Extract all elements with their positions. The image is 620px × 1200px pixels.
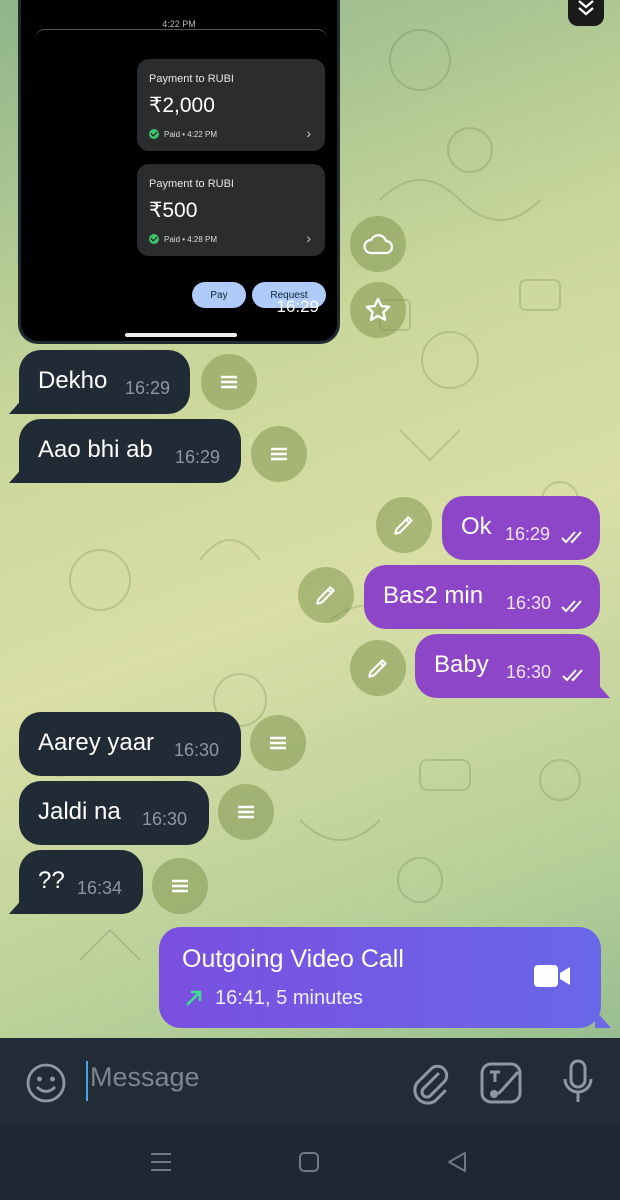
message-text: ?? bbox=[38, 867, 65, 894]
message-time: 16:29 bbox=[175, 447, 221, 467]
message-menu-button[interactable] bbox=[250, 715, 306, 771]
double-check-icon bbox=[561, 531, 582, 544]
message-time: 16:29 bbox=[505, 524, 551, 544]
message-time: 16:30 bbox=[506, 593, 552, 613]
message-text: Jaldi na bbox=[38, 798, 121, 825]
edit-message-button[interactable] bbox=[376, 497, 432, 553]
sticker-icon[interactable] bbox=[478, 1060, 524, 1106]
message-text: Bas2 min bbox=[383, 582, 484, 609]
chevron-right-icon: › bbox=[306, 125, 311, 141]
menu-icon bbox=[270, 736, 286, 750]
menu-icon bbox=[172, 879, 188, 893]
chevron-right-icon: › bbox=[306, 230, 311, 246]
pay-pill: Pay bbox=[192, 282, 246, 308]
chevrons-down-icon bbox=[578, 0, 594, 16]
call-message[interactable]: Outgoing Video Call 16:41, 5 minutes bbox=[159, 927, 601, 1028]
message-input[interactable]: Message bbox=[90, 1062, 200, 1093]
pencil-icon bbox=[316, 586, 335, 605]
message-time: 16:30 bbox=[506, 662, 552, 682]
message-text: Dekho bbox=[38, 367, 108, 394]
video-camera-icon[interactable] bbox=[533, 962, 571, 990]
scroll-to-bottom-button[interactable] bbox=[568, 0, 604, 26]
incoming-message[interactable]: Aarey yaar 16:30 bbox=[19, 712, 241, 776]
save-to-cloud-button[interactable] bbox=[350, 216, 406, 272]
outgoing-message[interactable]: Ok 16:29 bbox=[442, 496, 600, 560]
payment-status: Paid • 4:28 PM bbox=[149, 234, 217, 244]
payment-status: Paid • 4:22 PM bbox=[149, 129, 217, 139]
incoming-message[interactable]: Dekho 16:29 bbox=[19, 350, 190, 414]
check-circle-icon bbox=[149, 129, 159, 139]
screenshot-divider-time: 4:22 PM bbox=[21, 19, 337, 29]
message-text: Aao bhi ab bbox=[38, 436, 153, 463]
paperclip-icon[interactable] bbox=[408, 1060, 452, 1106]
star-icon bbox=[365, 297, 391, 321]
message-menu-button[interactable] bbox=[152, 858, 208, 914]
check-circle-icon bbox=[149, 234, 159, 244]
payment-card: Payment to RUBI ₹500 Paid • 4:28 PM › bbox=[137, 164, 325, 256]
call-title: Outgoing Video Call bbox=[182, 945, 404, 973]
double-check-icon bbox=[562, 669, 583, 682]
outgoing-message[interactable]: Bas2 min 16:30 bbox=[364, 565, 600, 629]
edit-message-button[interactable] bbox=[350, 640, 406, 696]
menu-nav-icon[interactable] bbox=[148, 1150, 174, 1174]
arrow-up-right-icon bbox=[186, 990, 202, 1006]
message-time: 16:29 bbox=[276, 297, 319, 316]
message-time: 16:34 bbox=[77, 878, 123, 898]
emoji-icon[interactable] bbox=[24, 1061, 68, 1105]
message-text: Aarey yaar bbox=[38, 729, 155, 756]
back-nav-icon[interactable] bbox=[444, 1150, 470, 1174]
incoming-message[interactable]: ?? 16:34 bbox=[19, 850, 143, 914]
text-caret bbox=[86, 1061, 88, 1101]
message-text: Ok bbox=[461, 513, 492, 540]
microphone-icon[interactable] bbox=[560, 1058, 596, 1106]
message-menu-button[interactable] bbox=[251, 426, 307, 482]
incoming-message[interactable]: Aao bhi ab 16:29 bbox=[19, 419, 241, 483]
square-nav-icon[interactable] bbox=[297, 1150, 321, 1174]
cloud-icon bbox=[363, 234, 393, 255]
message-menu-button[interactable] bbox=[218, 784, 274, 840]
call-detail: 16:41, 5 minutes bbox=[215, 987, 363, 1009]
chat-area[interactable]: 4:22 PM Payment to RUBI ₹2,000 Paid • 4:… bbox=[0, 0, 620, 1040]
incoming-message[interactable]: Jaldi na 16:30 bbox=[19, 781, 209, 845]
message-time: 16:30 bbox=[174, 740, 220, 760]
payment-title: Payment to RUBI bbox=[149, 178, 234, 190]
message-time: 16:30 bbox=[142, 809, 188, 829]
payment-title: Payment to RUBI bbox=[149, 73, 234, 85]
payment-amount: ₹2,000 bbox=[149, 94, 215, 117]
favorite-button[interactable] bbox=[350, 282, 406, 338]
message-text: Baby bbox=[434, 651, 489, 678]
edit-message-button[interactable] bbox=[298, 567, 354, 623]
menu-icon bbox=[271, 447, 287, 461]
pencil-icon bbox=[368, 659, 387, 678]
home-indicator bbox=[125, 333, 237, 337]
double-check-icon bbox=[561, 600, 582, 613]
payment-card: Payment to RUBI ₹2,000 Paid • 4:22 PM › bbox=[137, 59, 325, 151]
image-message[interactable]: 4:22 PM Payment to RUBI ₹2,000 Paid • 4:… bbox=[18, 0, 340, 344]
outgoing-message[interactable]: Baby 16:30 bbox=[415, 634, 600, 698]
pencil-icon bbox=[394, 516, 413, 535]
menu-icon bbox=[221, 375, 237, 389]
divider-line bbox=[35, 29, 327, 40]
message-menu-button[interactable] bbox=[201, 354, 257, 410]
menu-icon bbox=[238, 805, 254, 819]
payment-amount: ₹500 bbox=[149, 199, 198, 222]
message-time: 16:29 bbox=[125, 378, 171, 398]
